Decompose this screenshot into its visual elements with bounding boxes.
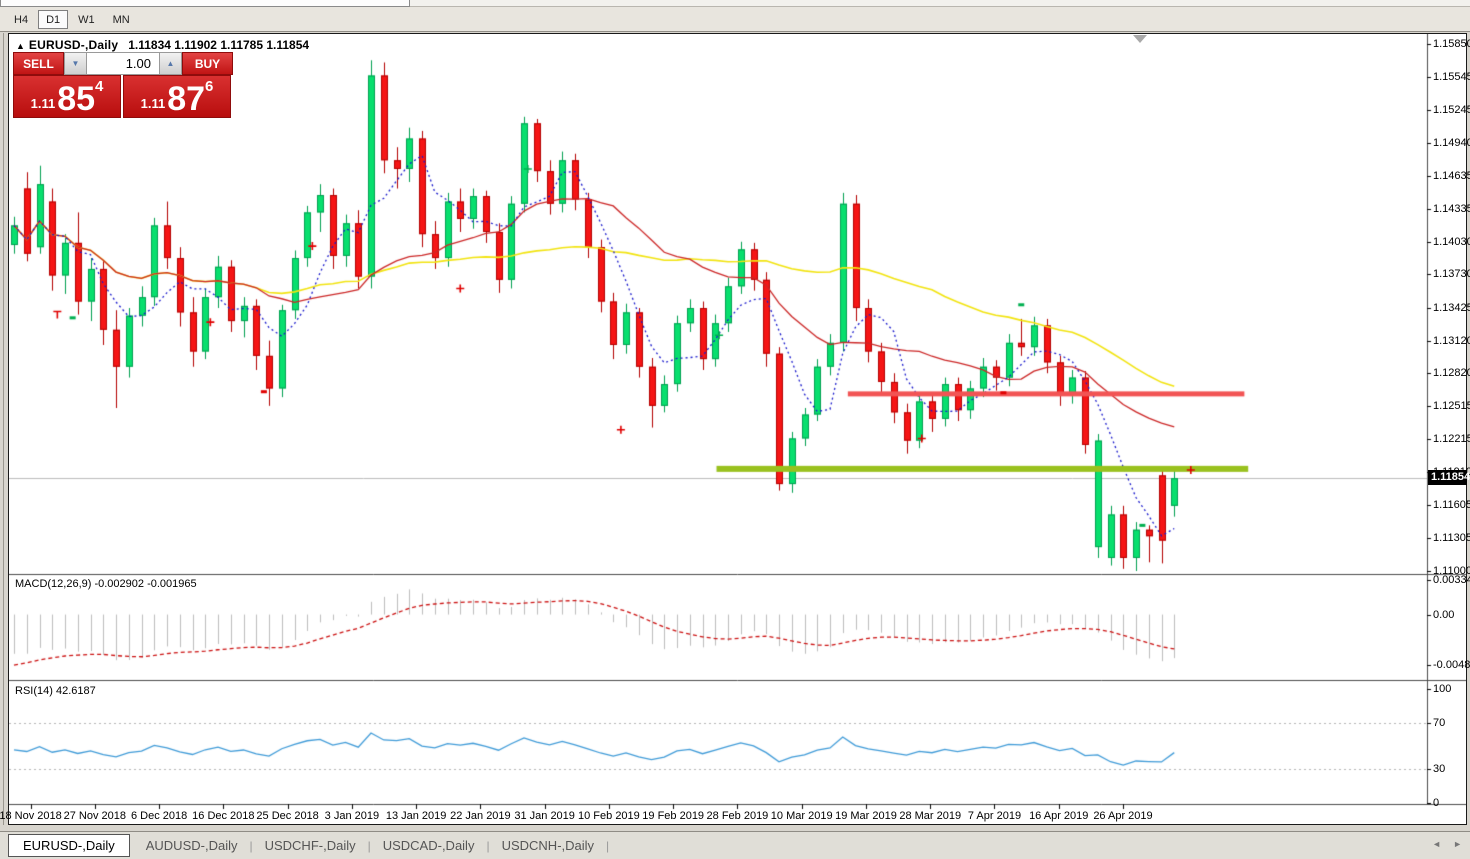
price-axis-label: 1.11305 <box>1433 531 1470 545</box>
price-axis-label: 1.12820 <box>1433 366 1470 380</box>
macd-axis-label: 0.00 <box>1433 608 1454 622</box>
buy-price-button[interactable]: 1.11 87 6 <box>123 75 231 118</box>
sell-price-button[interactable]: 1.11 85 4 <box>13 75 121 118</box>
price-axis-label: 1.13730 <box>1433 267 1470 281</box>
price-axis-label: 1.15850 <box>1433 37 1470 51</box>
date-axis-label: 18 Nov 2018 <box>0 810 62 822</box>
price-axis-label: 1.12515 <box>1433 399 1470 413</box>
date-axis-label: 10 Mar 2019 <box>771 810 833 822</box>
date-axis-label: 16 Dec 2018 <box>192 810 254 822</box>
date-axis-label: 3 Jan 2019 <box>325 810 379 822</box>
symbol-tabs: EURUSD-,DailyAUDUSD-,Daily | USDCHF-,Daily… <box>8 834 609 857</box>
symbol-tab-usdchf[interactable]: USDCHF-,Daily <box>253 835 368 856</box>
date-axis-label: 28 Mar 2019 <box>899 810 961 822</box>
sell-button[interactable]: SELL <box>13 52 64 75</box>
price-axis-label: 1.14940 <box>1433 136 1470 150</box>
macd-axis-label: -0.004885 <box>1433 658 1470 672</box>
collapse-triangle-icon[interactable]: ▲ <box>16 41 25 51</box>
toolbar-remnant <box>0 0 410 7</box>
date-axis-label: 31 Jan 2019 <box>514 810 575 822</box>
price-axis-label: 1.12215 <box>1433 432 1470 446</box>
rsi-indicator-label: RSI(14) 42.6187 <box>15 685 96 697</box>
macd-indicator-label: MACD(12,26,9) -0.002902 -0.001965 <box>15 578 197 590</box>
timeframe-button-d1[interactable]: D1 <box>38 10 68 29</box>
date-axis-label: 10 Feb 2019 <box>578 810 640 822</box>
current-price-tag: 1.11854 <box>1428 470 1467 485</box>
sell-price-prefix: 1.11 <box>31 96 56 111</box>
rsi-axis-label: 0 <box>1433 796 1439 810</box>
rsi-axis-label: 30 <box>1433 762 1445 776</box>
chart-ohlc-values: 1.11834 1.11902 1.11785 1.11854 <box>128 38 309 52</box>
symbol-tab-audusd[interactable]: AUDUSD-,Daily <box>134 835 250 856</box>
chart-symbol: EURUSD-,Daily <box>29 38 118 52</box>
volume-input[interactable] <box>87 52 159 75</box>
timeframe-button-mn[interactable]: MN <box>105 10 138 29</box>
tab-separator: | <box>606 839 609 853</box>
timeframe-button-h4[interactable]: H4 <box>6 10 36 29</box>
volume-decrease-button[interactable]: ▼ <box>64 52 87 75</box>
price-axis-label: 1.14335 <box>1433 202 1470 216</box>
scroll-marker-icon[interactable] <box>1133 35 1147 43</box>
date-axis-label: 25 Dec 2018 <box>256 810 318 822</box>
price-axis-label: 1.13425 <box>1433 301 1470 315</box>
date-axis-label: 19 Feb 2019 <box>642 810 704 822</box>
price-axis-label: 1.11605 <box>1433 498 1470 512</box>
tab-scroll-left-icon[interactable]: ◄ <box>1432 839 1441 849</box>
rsi-axis-label: 70 <box>1433 716 1445 730</box>
chart-title: ▲ EURUSD-,Daily 1.11834 1.11902 1.11785 1.… <box>16 38 309 52</box>
symbol-tab-usdcad[interactable]: USDCAD-,Daily <box>371 835 487 856</box>
date-axis-label: 19 Mar 2019 <box>835 810 897 822</box>
date-axis-label: 13 Jan 2019 <box>386 810 447 822</box>
price-axis-label: 1.14635 <box>1433 169 1470 183</box>
symbol-tab-usdcnh[interactable]: USDCNH-,Daily <box>490 835 606 856</box>
buy-price-point: 6 <box>205 78 213 95</box>
sell-price-pips: 85 <box>57 84 95 114</box>
buy-button[interactable]: BUY <box>182 52 233 75</box>
symbol-tab-eurusd[interactable]: EURUSD-,Daily <box>8 834 130 857</box>
price-axis-label: 1.13120 <box>1433 334 1470 348</box>
chart-window: ▲ EURUSD-,Daily 1.11834 1.11902 1.11785 1.… <box>8 33 1467 825</box>
buy-price-prefix: 1.11 <box>141 96 166 111</box>
timeframe-toolbar: H4D1W1MN <box>0 7 1470 32</box>
buy-price-pips: 87 <box>167 84 205 114</box>
window-top-strip <box>0 0 1470 7</box>
date-axis-label: 26 Apr 2019 <box>1093 810 1152 822</box>
date-axis-label: 6 Dec 2018 <box>131 810 187 822</box>
tab-scroll-right-icon[interactable]: ► <box>1453 839 1462 849</box>
rsi-axis-label: 100 <box>1433 682 1451 696</box>
date-axis-label: 7 Apr 2019 <box>968 810 1021 822</box>
price-axis-label: 1.15545 <box>1433 70 1470 84</box>
chart-canvas[interactable] <box>9 34 1466 824</box>
volume-increase-button[interactable]: ▲ <box>159 52 182 75</box>
sell-price-point: 4 <box>95 78 103 95</box>
date-axis-label: 16 Apr 2019 <box>1029 810 1088 822</box>
symbol-tab-bar: EURUSD-,DailyAUDUSD-,Daily | USDCHF-,Daily… <box>0 831 1470 859</box>
price-axis-label: 1.15245 <box>1433 103 1470 117</box>
timeframe-button-w1[interactable]: W1 <box>70 10 103 29</box>
one-click-trade-panel: SELL ▼ ▲ BUY 1.11 85 4 1.11 87 6 <box>13 52 233 118</box>
window-left-frame <box>3 33 4 825</box>
date-axis-label: 28 Feb 2019 <box>707 810 769 822</box>
date-axis-label: 27 Nov 2018 <box>64 810 126 822</box>
date-axis-label: 22 Jan 2019 <box>450 810 511 822</box>
price-axis-label: 1.14030 <box>1433 235 1470 249</box>
macd-axis-label: 0.003346 <box>1433 573 1470 587</box>
